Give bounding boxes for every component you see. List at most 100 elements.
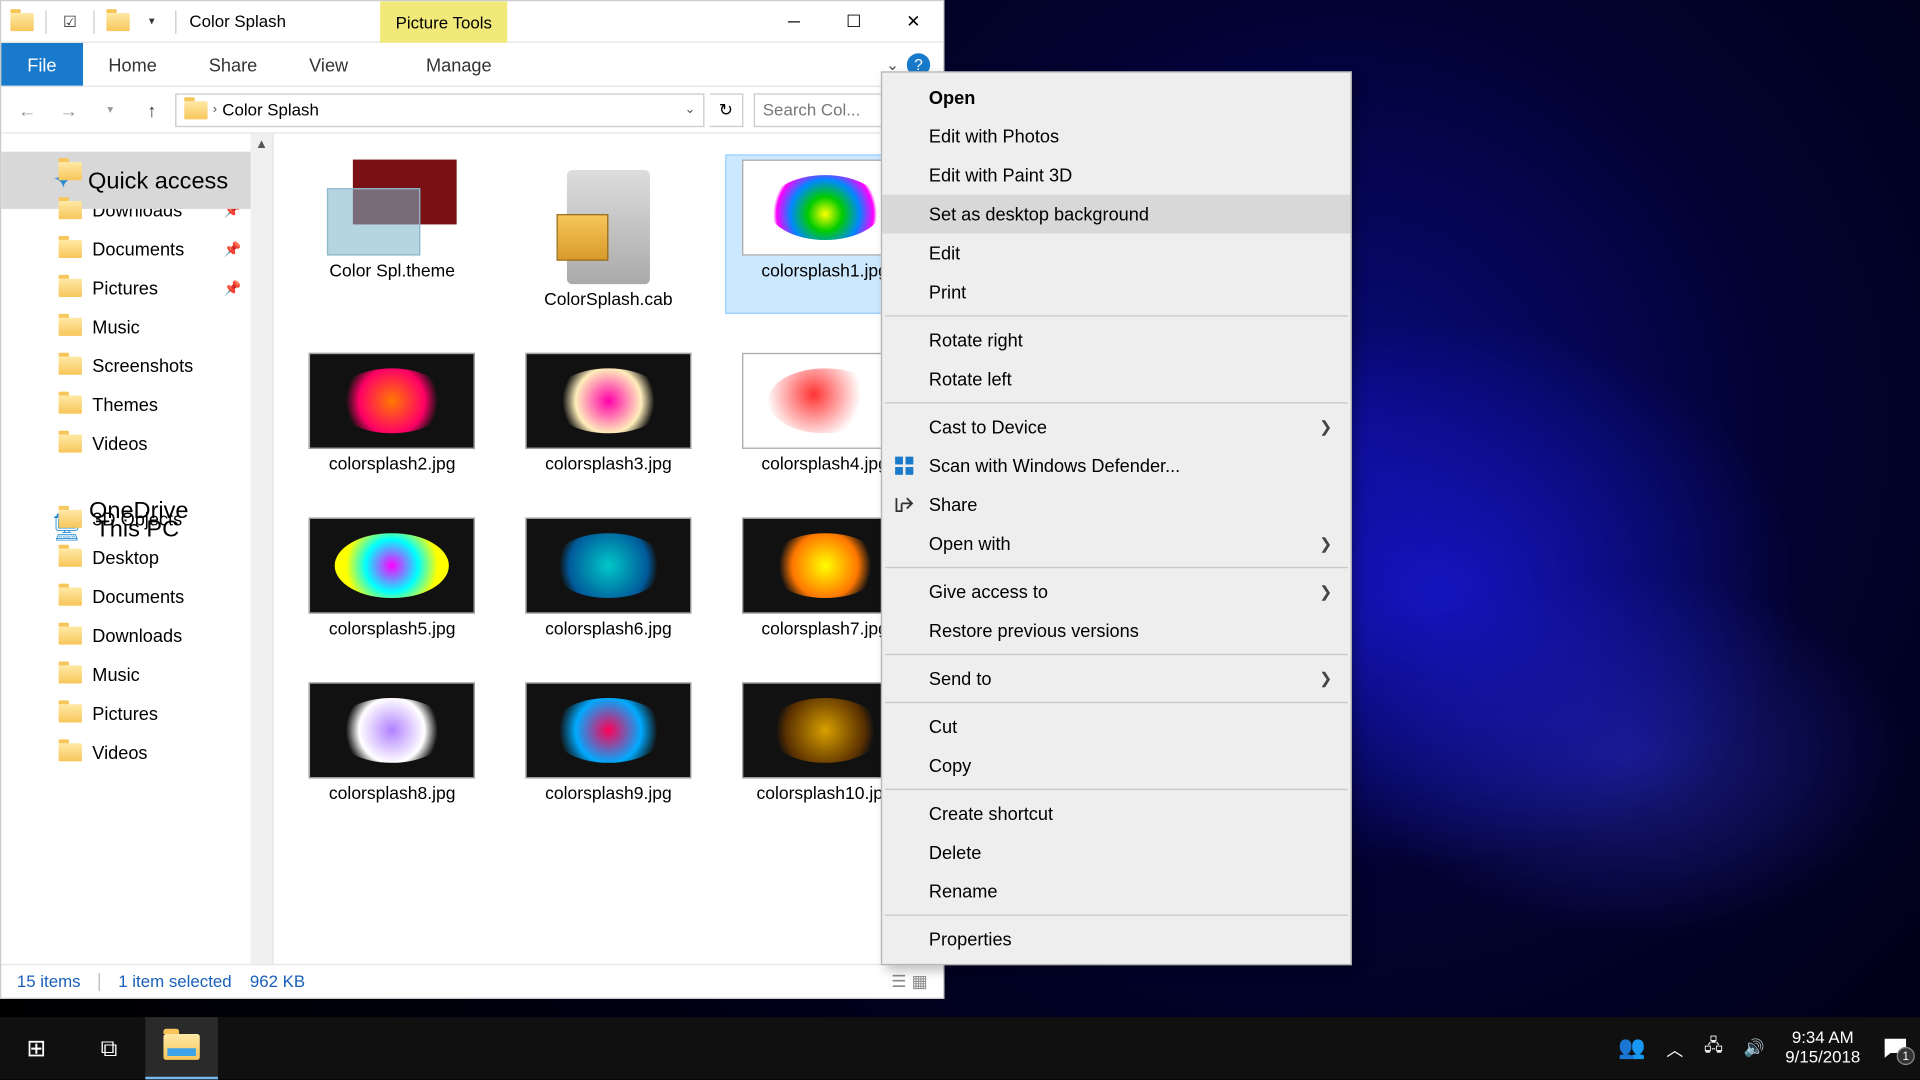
sidebar-item-documents[interactable]: Documents: [1, 577, 272, 616]
context-menu-item[interactable]: Scan with Windows Defender...: [882, 446, 1350, 485]
context-menu-item[interactable]: Delete: [882, 833, 1350, 872]
start-button[interactable]: ⊞: [0, 1017, 73, 1079]
context-menu-item[interactable]: Print: [882, 272, 1350, 311]
context-menu-label: Open with: [929, 533, 1011, 554]
status-bar: 15 items 1 item selected 962 KB ☰ ▦: [1, 964, 943, 998]
close-button[interactable]: ✕: [883, 1, 943, 43]
scroll-up-icon[interactable]: ▲: [250, 134, 272, 156]
sidebar-item-videos[interactable]: Videos: [1, 733, 272, 772]
context-menu-item[interactable]: Rotate left: [882, 359, 1350, 398]
chevron-right-icon: ❯: [1319, 669, 1332, 687]
tab-share[interactable]: Share: [183, 43, 283, 86]
recent-dropdown-icon[interactable]: ▾: [92, 91, 128, 127]
address-dropdown-icon[interactable]: ⌄: [684, 102, 695, 116]
nav-label: Music: [92, 664, 139, 685]
file-item[interactable]: colorsplash5.jpg: [292, 512, 492, 643]
sidebar-item-documents[interactable]: Documents📌: [1, 230, 272, 269]
file-item[interactable]: colorsplash2.jpg: [292, 348, 492, 479]
action-center-button[interactable]: 1: [1881, 1034, 1910, 1063]
address-field[interactable]: › Color Splash ⌄: [175, 93, 704, 127]
context-menu-item[interactable]: Set as desktop background: [882, 195, 1350, 234]
nav-label: This PC: [95, 515, 179, 542]
file-name: colorsplash10.jpg: [756, 784, 892, 803]
file-name: colorsplash5.jpg: [329, 619, 456, 638]
file-item[interactable]: colorsplash3.jpg: [509, 348, 709, 479]
up-button[interactable]: ↑: [134, 91, 170, 127]
sidebar-item-videos[interactable]: Videos: [1, 424, 272, 463]
view-thumbnails-icon[interactable]: ▦: [912, 971, 928, 992]
content-pane[interactable]: Color Spl.theme ColorSplash.cab colorsplas…: [274, 134, 943, 964]
context-menu-item[interactable]: Send to ❯: [882, 659, 1350, 698]
folder-icon: [184, 101, 207, 119]
refresh-button[interactable]: ↻: [710, 93, 744, 127]
context-menu-item[interactable]: Cast to Device❯: [882, 407, 1350, 446]
context-menu-item[interactable]: Cut: [882, 707, 1350, 746]
people-icon[interactable]: 👥: [1618, 1035, 1645, 1061]
minimize-button[interactable]: ─: [764, 1, 824, 43]
qat-dropdown-icon[interactable]: ▾: [136, 6, 167, 37]
file-item[interactable]: ColorSplash.cab: [509, 154, 709, 314]
tab-home[interactable]: Home: [82, 43, 182, 86]
tray-overflow-icon[interactable]: ︿: [1666, 1036, 1683, 1061]
file-item[interactable]: Color Spl.theme: [292, 154, 492, 314]
context-menu-item[interactable]: Properties: [882, 920, 1350, 959]
sidebar-item-pictures[interactable]: Pictures📌: [1, 269, 272, 308]
picture-tools-tab[interactable]: Picture Tools: [380, 1, 507, 43]
network-icon[interactable]: 🖧: [1704, 1034, 1723, 1063]
context-menu-item[interactable]: Edit with Photos: [882, 117, 1350, 156]
context-menu-item[interactable]: Give access to❯: [882, 572, 1350, 611]
forward-button[interactable]: →: [51, 91, 87, 127]
sidebar-item-themes[interactable]: Themes: [1, 385, 272, 424]
context-menu-label: Send to: [929, 668, 992, 689]
context-menu-label: Rename: [929, 881, 998, 902]
file-item[interactable]: colorsplash8.jpg: [292, 677, 492, 808]
back-button[interactable]: ←: [9, 91, 45, 127]
sidebar-item-music[interactable]: Music: [1, 655, 272, 694]
folder-icon: [58, 588, 81, 606]
tab-manage[interactable]: Manage: [400, 43, 518, 86]
titlebar[interactable]: ☑ ▾ Color Splash Picture Tools ─ ☐ ✕: [1, 1, 943, 43]
context-menu-item[interactable]: Share: [882, 485, 1350, 524]
nav-scrollbar[interactable]: ▲: [250, 134, 272, 964]
folder-icon: [58, 201, 81, 219]
context-menu-item[interactable]: Edit: [882, 234, 1350, 273]
taskbar-explorer[interactable]: [145, 1017, 218, 1079]
tab-view[interactable]: View: [283, 43, 374, 86]
context-menu-item[interactable]: Open with❯: [882, 524, 1350, 563]
ribbon-tabs: File Home Share View Manage ⌄ ?: [1, 43, 943, 87]
taskbar[interactable]: ⊞ ⧉ 👥 ︿ 🖧 🔊 9:34 AM 9/15/2018 1: [0, 1017, 1920, 1079]
pin-icon: 📌: [224, 241, 242, 258]
taskbar-clock[interactable]: 9:34 AM 9/15/2018: [1785, 1029, 1860, 1068]
nav-label: Downloads: [92, 625, 182, 646]
status-count: 15 items: [17, 972, 81, 991]
context-menu-label: Properties: [929, 929, 1012, 950]
context-menu-item[interactable]: Rotate right: [882, 320, 1350, 359]
context-menu-label: Rotate left: [929, 368, 1012, 389]
context-menu-item[interactable]: Create shortcut: [882, 794, 1350, 833]
context-menu-item[interactable]: Edit with Paint 3D: [882, 156, 1350, 195]
context-menu-item[interactable]: Restore previous versions: [882, 611, 1350, 650]
context-menu-item[interactable]: Copy: [882, 746, 1350, 785]
sidebar-item-pictures[interactable]: Pictures: [1, 694, 272, 733]
sidebar-item-screenshots[interactable]: Screenshots: [1, 346, 272, 385]
file-tab[interactable]: File: [1, 43, 82, 86]
sidebar-item-music[interactable]: Music: [1, 307, 272, 346]
breadcrumb[interactable]: Color Splash: [222, 100, 319, 119]
view-details-icon[interactable]: ☰: [891, 971, 906, 992]
folder-icon: [58, 357, 81, 375]
file-item[interactable]: colorsplash9.jpg: [509, 677, 709, 808]
file-name: Color Spl.theme: [329, 261, 455, 280]
context-menu-item[interactable]: Rename: [882, 872, 1350, 911]
file-name: ColorSplash.cab: [544, 289, 673, 308]
task-view-button[interactable]: ⧉: [73, 1017, 146, 1079]
context-menu-item[interactable]: Open: [882, 78, 1350, 117]
nav-this-pc[interactable]: 🖥 This PC: [1, 499, 273, 556]
qat-properties-icon[interactable]: ☑: [54, 6, 85, 37]
nav-quick-access[interactable]: ✦ Quick access: [1, 152, 273, 209]
file-item[interactable]: colorsplash6.jpg: [509, 512, 709, 643]
volume-icon[interactable]: 🔊: [1744, 1038, 1765, 1059]
folder-icon: [58, 396, 81, 414]
nav-label: Documents: [92, 586, 184, 607]
sidebar-item-downloads[interactable]: Downloads: [1, 616, 272, 655]
maximize-button[interactable]: ☐: [824, 1, 884, 43]
